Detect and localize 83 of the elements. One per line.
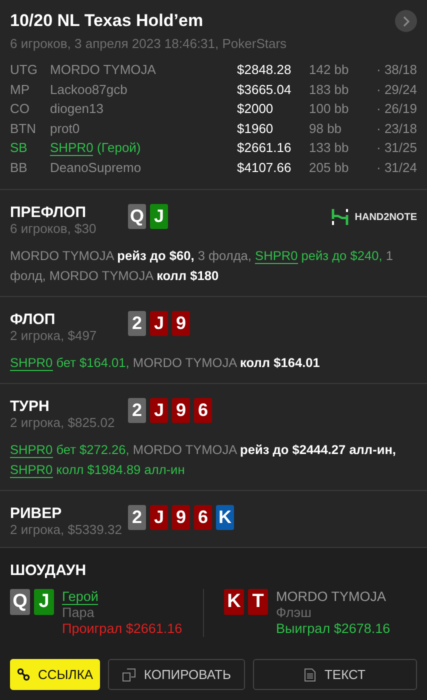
street-info: 2 игрока, $5339.32 xyxy=(10,522,123,537)
document-icon xyxy=(304,668,316,682)
player-name: prot0 xyxy=(50,120,81,138)
player-stack: $2000 xyxy=(237,100,274,118)
player-stats: · 31/24 xyxy=(376,158,417,176)
player-stack: $4107.66 xyxy=(237,158,292,176)
player-link[interactable]: SHPR0 xyxy=(50,140,94,156)
playing-card: K xyxy=(224,589,244,615)
playing-card: Q xyxy=(128,204,146,229)
player-position: MP xyxy=(10,80,30,98)
playing-card: Q xyxy=(10,589,30,615)
player-stats: · 26/19 xyxy=(376,100,417,118)
player-stack: $1960 xyxy=(237,120,274,138)
player-name: MORDO TYMOJA xyxy=(276,589,388,605)
player-stats: · 23/18 xyxy=(376,120,417,138)
hand-info: 6 игроков, 3 апреля 2023 18:46:31, PokerStars xyxy=(10,36,288,51)
hand-rank: Флэш xyxy=(276,605,312,621)
playing-card: 9 xyxy=(172,398,190,423)
player-bb: 133 bb xyxy=(309,139,350,157)
link-button[interactable]: ССЫЛКА xyxy=(10,659,100,690)
player-bb: 183 bb xyxy=(309,80,350,98)
player-bb: 98 bb xyxy=(309,120,343,138)
player-link[interactable]: SHPR0 xyxy=(10,462,53,478)
result-text: Выиграл $2678.16 xyxy=(276,621,390,637)
player-position: UTG xyxy=(10,61,38,79)
player-link[interactable]: SHPR0 xyxy=(10,355,53,371)
player-stats: · 38/18 xyxy=(376,61,417,79)
player-stats: · 29/24 xyxy=(376,80,417,98)
result-text: Проиграл $2661.16 xyxy=(62,621,182,637)
player-link[interactable]: SHPR0 xyxy=(10,442,53,458)
chevron-right-icon xyxy=(402,16,410,26)
playing-card: 6 xyxy=(194,505,212,530)
player-link[interactable]: Герой xyxy=(62,589,98,605)
copy-icon xyxy=(122,668,136,682)
playing-card: 9 xyxy=(172,311,190,336)
player-position: CO xyxy=(10,100,30,118)
player-stack: $2848.28 xyxy=(237,61,292,79)
action-text: SHPR0 бет $272.26, MORDO TYMOJA рейз до $2444.27 алл-ин, SHPR0 колл $1984.89 алл-ин xyxy=(10,441,397,480)
copy-button[interactable]: КОПИРОВАТЬ xyxy=(108,659,245,690)
playing-card: J xyxy=(34,589,54,615)
playing-card: 9 xyxy=(172,505,190,530)
hand-title: 10/20 NL Texas Hold’em xyxy=(10,11,204,31)
player-bb: 205 bb xyxy=(309,158,350,176)
player-position: BTN xyxy=(10,120,37,138)
player-stack: $2661.16 xyxy=(237,139,292,157)
player-bb: 100 bb xyxy=(309,100,350,118)
next-button[interactable] xyxy=(395,10,417,32)
player-name: DeanoSupremo xyxy=(50,158,142,177)
player-stack: $3665.04 xyxy=(237,80,292,98)
player-position: BB xyxy=(10,158,28,176)
playing-card: T xyxy=(248,589,268,615)
street-title: ФЛОП xyxy=(10,311,56,328)
hero-label: (Герой) xyxy=(96,140,141,155)
street-title: ТУРН xyxy=(10,398,50,415)
hand-rank: Пара xyxy=(62,605,96,621)
street-info: 2 игрока, $825.02 xyxy=(10,415,116,430)
logo-icon xyxy=(330,208,349,226)
playing-card: 2 xyxy=(128,311,146,336)
street-title: РИВЕР xyxy=(10,505,63,522)
action-text: MORDO TYMOJA рейз до $60, 3 фолда, SHPR0 рейз до $240, 1 фолд, MORDO TYMOJA колл $180 xyxy=(10,247,394,285)
player-stats: · 31/25 xyxy=(376,139,417,157)
player-name: Lackoo87gcb xyxy=(50,80,128,99)
street-info: 2 игрока, $497 xyxy=(10,328,98,343)
player-name: diogen13 xyxy=(50,100,104,118)
player-link[interactable]: SHPR0 xyxy=(255,248,298,264)
playing-card: J xyxy=(150,505,168,530)
playing-card: K xyxy=(216,505,234,530)
showdown-title: ШОУДАУН xyxy=(10,562,88,579)
player-position: SB xyxy=(10,139,28,157)
street-info: 6 игроков, $30 xyxy=(10,221,98,236)
link-icon xyxy=(17,668,30,681)
playing-card: J xyxy=(150,311,168,336)
action-text: SHPR0 бет $164.01, MORDO TYMOJA колл $164.01 xyxy=(10,354,321,373)
player-bb: 142 bb xyxy=(309,61,350,79)
logo-text: HAND2NOTE xyxy=(354,212,417,222)
street-title: ПРЕФЛОП xyxy=(10,204,87,221)
playing-card: J xyxy=(150,204,168,229)
playing-card: 2 xyxy=(128,398,146,423)
text-button[interactable]: ТЕКСТ xyxy=(252,659,417,690)
player-name: MORDO TYMOJA xyxy=(50,61,157,79)
playing-card: 6 xyxy=(194,398,212,423)
playing-card: J xyxy=(150,398,168,423)
playing-card: 2 xyxy=(128,505,146,530)
